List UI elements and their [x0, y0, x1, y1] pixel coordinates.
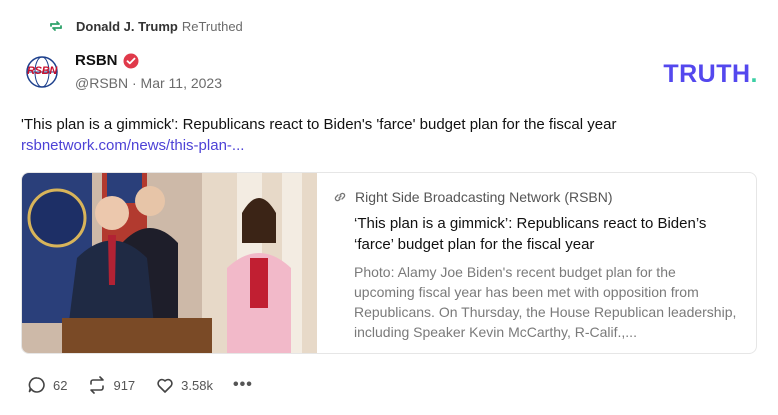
verified-icon	[123, 53, 139, 68]
truth-logo[interactable]: TRUTH.	[663, 60, 758, 89]
preview-photo-illustration	[22, 173, 317, 353]
truth-logo-dot: .	[750, 60, 758, 88]
retruth-user[interactable]: Donald J. Trump	[76, 19, 178, 34]
author-identity: RSBN @RSBN · Mar 11, 2023	[75, 52, 222, 91]
retruth-count: 917	[113, 377, 136, 393]
preview-title: ‘This plan is a gimmick’: Republicans re…	[354, 215, 707, 253]
truth-logo-text: TRUTH	[663, 60, 751, 88]
retruth-label: ReTruthed	[181, 18, 243, 34]
like-button[interactable]: 3.58k	[155, 375, 213, 395]
action-bar: 62 917 3.58k •••	[27, 375, 253, 395]
avatar[interactable]: RSBN	[22, 52, 62, 92]
avatar-text: RSBN	[27, 65, 57, 77]
preview-image[interactable]	[22, 173, 317, 353]
reply-count: 62	[53, 377, 68, 393]
post-text: 'This plan is a gimmick': Republicans re…	[21, 116, 617, 133]
preview-source: Right Side Broadcasting Network (RSBN)	[333, 189, 740, 205]
post-header: RSBN RSBN @RSBN · Mar 11, 2023	[22, 52, 222, 92]
author-name[interactable]: RSBN	[75, 52, 118, 69]
preview-description: Photo: Alamy Joe Biden's recent budget p…	[354, 264, 737, 340]
more-icon[interactable]: •••	[233, 376, 253, 394]
reply-button[interactable]: 62	[27, 375, 67, 395]
like-count: 3.58k	[181, 377, 213, 393]
post-link[interactable]: rsbnetwork.com/news/this-plan-...	[21, 137, 244, 154]
reply-icon	[28, 377, 45, 393]
link-icon	[334, 192, 346, 202]
like-icon	[157, 378, 173, 393]
retruth-button[interactable]: 917	[87, 375, 135, 395]
retruth-action-icon	[90, 376, 105, 394]
retruth-banner: Donald J. Trump ReTruthed	[48, 18, 243, 34]
author-handle-date[interactable]: @RSBN · Mar 11, 2023	[75, 75, 222, 91]
retruth-icon	[50, 21, 62, 31]
preview-source-label: Right Side Broadcasting Network (RSBN)	[355, 189, 613, 205]
preview-info: Right Side Broadcasting Network (RSBN) ‘…	[317, 173, 756, 353]
link-preview-card[interactable]: Right Side Broadcasting Network (RSBN) ‘…	[21, 172, 757, 354]
